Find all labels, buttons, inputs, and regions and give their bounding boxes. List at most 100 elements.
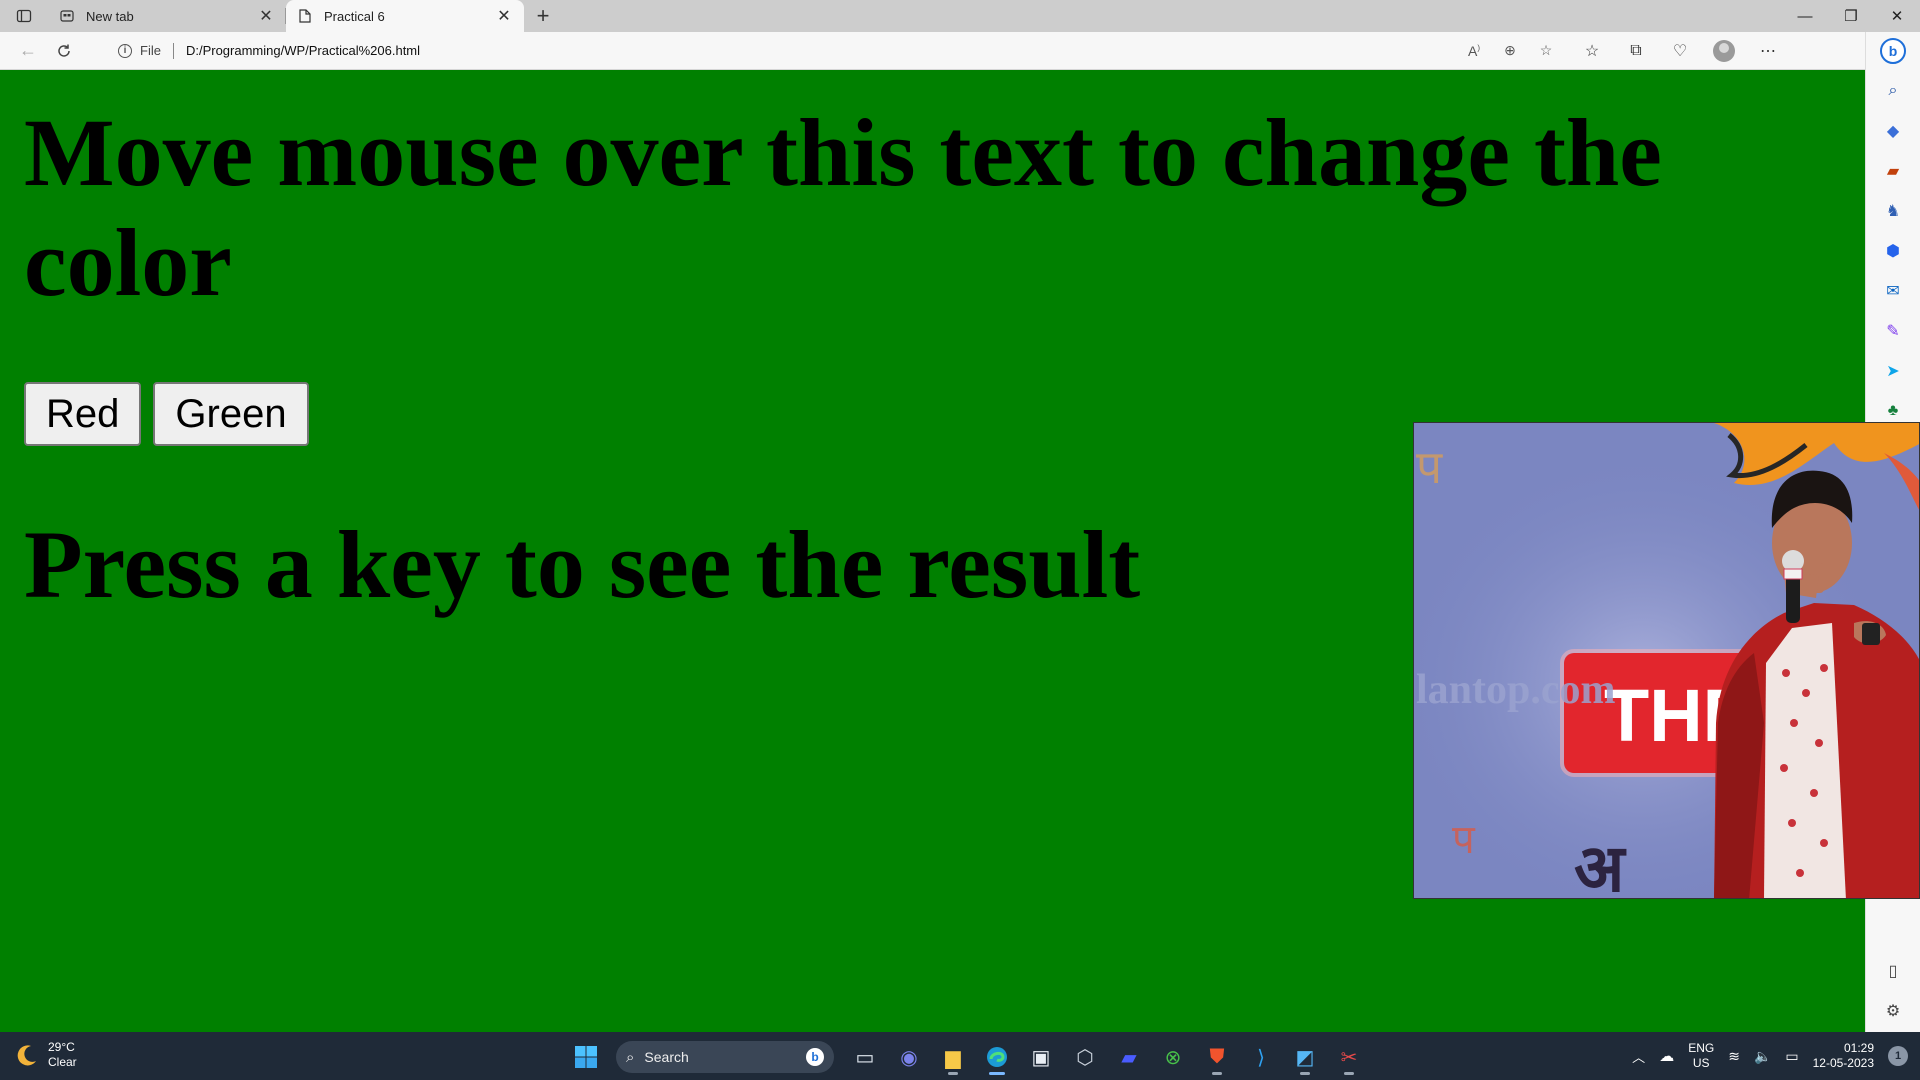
running-indicator bbox=[989, 1072, 1005, 1075]
tools-briefcase-icon[interactable]: ▰ bbox=[1880, 158, 1906, 184]
vscode-button[interactable]: ⟩ bbox=[1242, 1038, 1280, 1076]
onedrive-cloud-icon[interactable]: ☁ bbox=[1659, 1047, 1674, 1065]
task-view-button[interactable]: ▭ bbox=[846, 1038, 884, 1076]
avatar bbox=[1713, 39, 1735, 62]
url-text[interactable]: D:/Programming/WP/Practical%206.html bbox=[186, 43, 1456, 58]
info-icon: i bbox=[118, 43, 132, 58]
close-window-button[interactable]: ✕ bbox=[1874, 0, 1920, 32]
close-icon[interactable]: ✕ bbox=[256, 6, 276, 26]
wifi-icon[interactable]: ≋ bbox=[1728, 1048, 1740, 1065]
taskbar-search[interactable]: ⌕ Search b bbox=[616, 1041, 834, 1073]
close-icon[interactable]: ✕ bbox=[494, 6, 514, 26]
task-view-icon: ▭ bbox=[855, 1046, 875, 1069]
designer-icon: ▰ bbox=[1121, 1046, 1137, 1069]
weather-widget[interactable]: 29°C Clear bbox=[14, 1040, 77, 1070]
telegram-icon[interactable]: ➤ bbox=[1880, 358, 1906, 384]
sidebar-settings-icon[interactable]: ⚙ bbox=[1880, 998, 1906, 1024]
minimize-button[interactable]: — bbox=[1782, 0, 1828, 32]
favorites-icon: ☆ bbox=[1584, 42, 1600, 60]
svg-text:प: प bbox=[1452, 817, 1476, 863]
file-scheme-label: File bbox=[140, 43, 161, 58]
store-button[interactable]: ▣ bbox=[1022, 1038, 1060, 1076]
moon-icon bbox=[17, 1045, 36, 1066]
system-tray: ︿ ☁ ENG US ≋ 🔈 ▭ 01:29 12-05-2023 1 bbox=[1632, 1032, 1908, 1080]
video-overlay[interactable]: THE lantop.com प प अ bbox=[1413, 422, 1920, 899]
browser-essentials-button[interactable]: ♡ bbox=[1658, 36, 1702, 66]
favorites-button[interactable]: ☆ bbox=[1570, 36, 1614, 66]
back-button[interactable]: ← bbox=[10, 36, 46, 66]
settings-more-button[interactable]: ⋯ bbox=[1746, 36, 1790, 66]
edge-button[interactable] bbox=[978, 1038, 1016, 1076]
designer-app-button[interactable]: ▰ bbox=[1110, 1038, 1148, 1076]
vscode-icon: ⟩ bbox=[1257, 1046, 1265, 1069]
photos-button[interactable]: ◩ bbox=[1286, 1038, 1324, 1076]
tab-title: New tab bbox=[86, 8, 134, 24]
tab-practical-6[interactable]: Practical 6 ✕ bbox=[286, 0, 524, 32]
windows-logo-icon bbox=[575, 1046, 597, 1068]
green-button[interactable]: Green bbox=[153, 382, 309, 446]
site-info-button[interactable]: i File bbox=[118, 43, 161, 58]
refresh-button[interactable] bbox=[46, 36, 82, 66]
restore-button[interactable]: ❐ bbox=[1828, 0, 1874, 32]
weather-temp: 29°C bbox=[48, 1040, 75, 1054]
svg-text:अ: अ bbox=[1574, 830, 1627, 899]
notification-badge[interactable]: 1 bbox=[1888, 1046, 1908, 1066]
tab-strip: New tab ✕ Practical 6 ✕ + — ❐ ✕ bbox=[0, 0, 1920, 32]
document-icon bbox=[296, 7, 314, 25]
search-label: Search bbox=[644, 1049, 689, 1065]
profile-button[interactable] bbox=[1702, 36, 1746, 66]
new-tab-button[interactable]: + bbox=[524, 0, 562, 32]
collections-icon: ⧉ bbox=[1630, 41, 1642, 59]
xbox-icon: ⊗ bbox=[1164, 1046, 1182, 1069]
language-indicator[interactable]: ENG US bbox=[1688, 1041, 1714, 1071]
key-result-heading: Press a key to see the result bbox=[24, 511, 1141, 618]
chevron-up-icon[interactable]: ︿ bbox=[1632, 1047, 1645, 1066]
brave-lion-icon: ⛊ bbox=[1209, 1045, 1225, 1068]
folder-icon: ▆ bbox=[945, 1046, 961, 1069]
tab-new-tab[interactable]: New tab ✕ bbox=[48, 0, 286, 32]
clock[interactable]: 01:29 12-05-2023 bbox=[1813, 1041, 1874, 1071]
read-aloud-icon[interactable]: A) bbox=[1456, 43, 1492, 59]
brave-button[interactable]: ⛊ bbox=[1198, 1038, 1236, 1076]
unity-hub-button[interactable]: ⬡ bbox=[1066, 1038, 1104, 1076]
tab-actions-button[interactable] bbox=[0, 0, 48, 32]
back-arrow-icon: ← bbox=[19, 40, 37, 60]
volume-icon[interactable]: 🔈 bbox=[1754, 1048, 1771, 1065]
snipping-tool-button[interactable]: ✂ bbox=[1330, 1038, 1368, 1076]
drop-icon[interactable]: ✎ bbox=[1880, 318, 1906, 344]
start-button[interactable] bbox=[568, 1039, 604, 1075]
microsoft365-icon[interactable]: ⬢ bbox=[1880, 238, 1906, 264]
red-button[interactable]: Red bbox=[24, 382, 142, 446]
outlook-icon[interactable]: ✉ bbox=[1880, 278, 1906, 304]
zoom-icon[interactable]: ⊕ bbox=[1492, 42, 1528, 59]
window-controls: — ❐ ✕ bbox=[1782, 0, 1920, 32]
add-favorite-icon[interactable]: ☆ bbox=[1528, 42, 1564, 59]
hide-sidebar-icon[interactable]: ▯ bbox=[1880, 958, 1906, 984]
toolbar-right: ☆ ⧉ ♡ ⋯ bbox=[1570, 36, 1790, 66]
hover-heading[interactable]: Move mouse over this text to change the … bbox=[24, 98, 1724, 318]
cube-icon: ⬡ bbox=[1076, 1046, 1094, 1069]
navigation-bar: ← i File D:/Programming/WP/Practical%206… bbox=[0, 32, 1920, 70]
running-indicator bbox=[1344, 1072, 1354, 1075]
shopping-tag-icon[interactable]: ◆ bbox=[1880, 118, 1906, 144]
battery-icon[interactable]: ▭ bbox=[1785, 1048, 1798, 1065]
clock-date: 12-05-2023 bbox=[1812, 1056, 1874, 1070]
svg-text:b: b bbox=[1889, 43, 1898, 59]
xbox-button[interactable]: ⊗ bbox=[1154, 1038, 1192, 1076]
store-bag-icon: ▣ bbox=[1031, 1046, 1051, 1069]
address-field[interactable]: i File D:/Programming/WP/Practical%206.h… bbox=[110, 37, 1570, 65]
heart-pulse-icon: ♡ bbox=[1672, 42, 1688, 60]
file-explorer-button[interactable]: ▆ bbox=[934, 1038, 972, 1076]
bing-icon: b bbox=[1880, 38, 1906, 64]
edge-icon bbox=[987, 1047, 1007, 1067]
more-icon: ⋯ bbox=[1760, 42, 1776, 60]
video-frame: THE lantop.com प प अ bbox=[1414, 423, 1919, 899]
games-chess-icon[interactable]: ♞ bbox=[1880, 198, 1906, 224]
taskbar-center: ⌕ Search b ▭ ◉ ▆ ▣ ⬡ ▰ ⊗ ⛊ ⟩ ◩ ✂ bbox=[568, 1038, 1368, 1076]
tree-icon[interactable]: ♣ bbox=[1880, 398, 1906, 424]
collections-button[interactable]: ⧉ bbox=[1614, 36, 1658, 66]
bing-chat-button[interactable]: b bbox=[1880, 38, 1906, 64]
url-tools: A) ⊕ ☆ bbox=[1456, 42, 1564, 59]
search-icon[interactable]: ⌕ bbox=[1880, 78, 1906, 104]
teams-chat-button[interactable]: ◉ bbox=[890, 1038, 928, 1076]
